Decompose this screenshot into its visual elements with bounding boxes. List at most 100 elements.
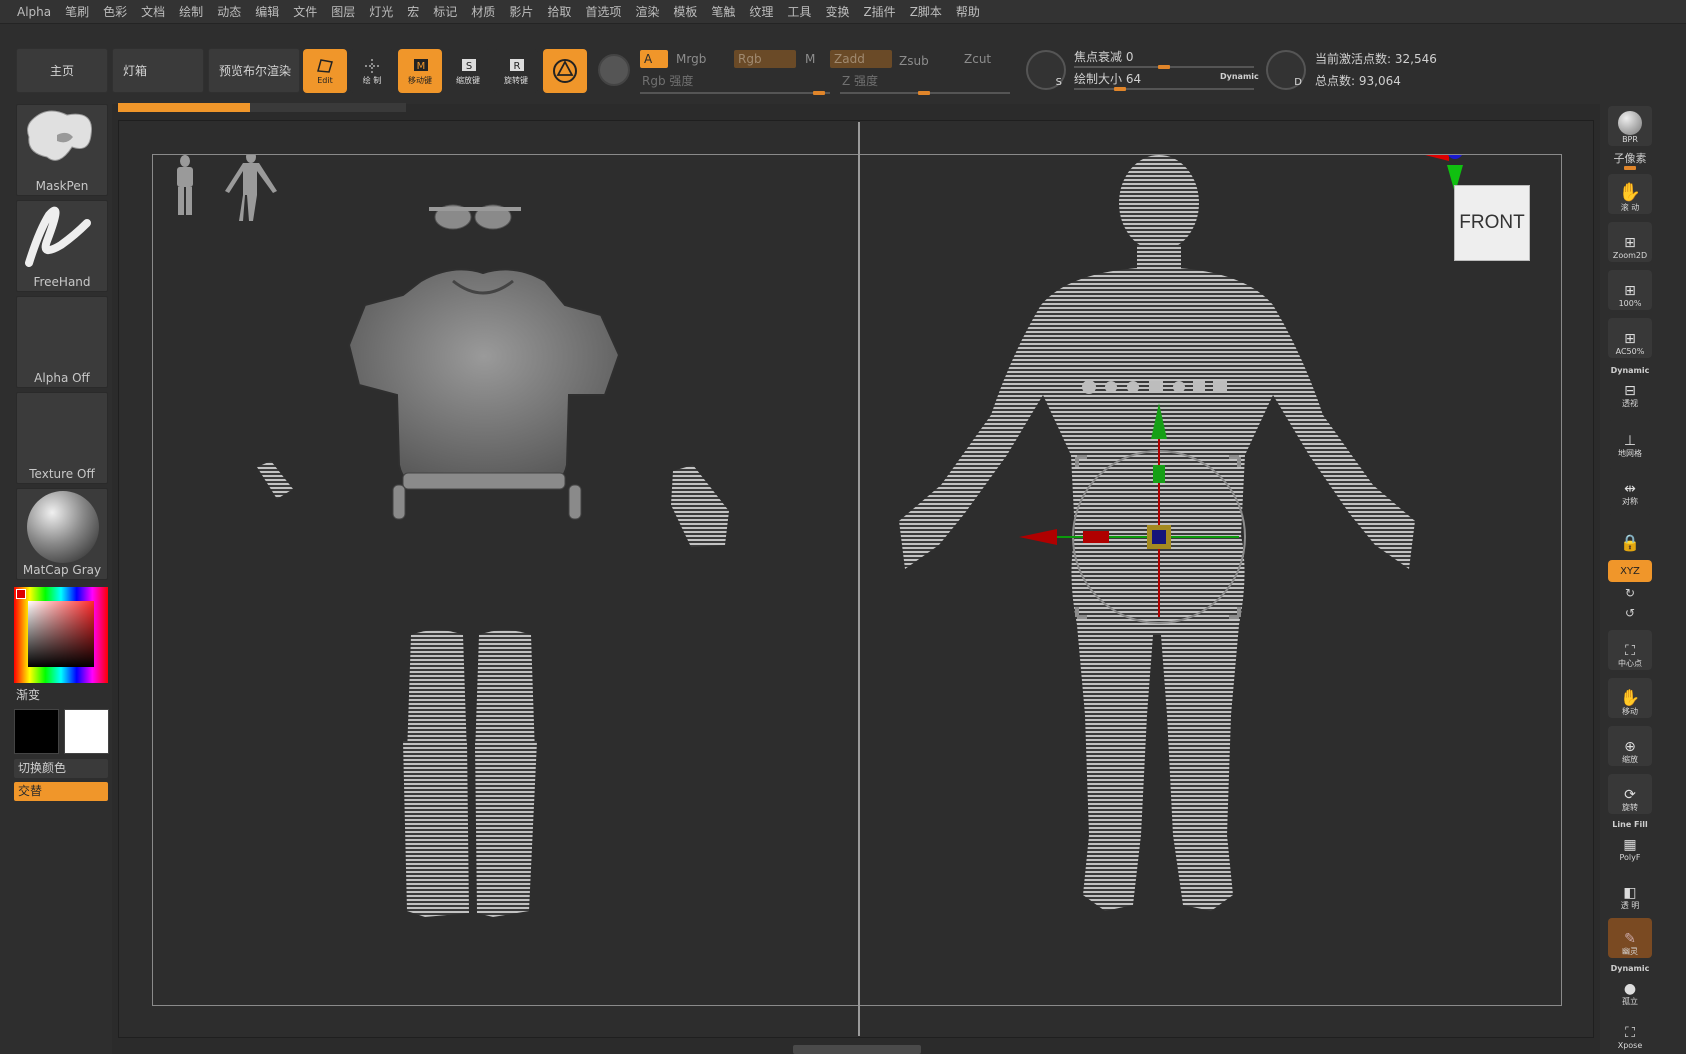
canvas-divider[interactable] [858, 122, 860, 1036]
bottom-shelf-handle[interactable] [793, 1045, 921, 1054]
draw-button[interactable]: 绘 制 [350, 49, 394, 93]
transparency-label: 透 明 [1620, 901, 1640, 910]
menu-item[interactable]: 工具 [780, 0, 818, 24]
menu-item[interactable]: 材质 [464, 0, 502, 24]
menu-item[interactable]: 图层 [324, 0, 362, 24]
zoom100-button[interactable]: ⊞ 100% [1608, 270, 1652, 310]
dynamic-persp-label[interactable]: Dynamic [1600, 366, 1660, 375]
focal-shift-dial-icon[interactable]: S [1026, 50, 1066, 90]
menu-item[interactable]: Z插件 [856, 0, 902, 24]
menu-item[interactable]: 笔触 [704, 0, 742, 24]
document-canvas[interactable] [152, 143, 1562, 1006]
material-sphere-icon[interactable] [598, 54, 630, 86]
main-color-swatch[interactable] [64, 709, 109, 754]
material-selector[interactable]: MatCap Gray [16, 488, 108, 580]
color-field[interactable] [28, 601, 94, 667]
brush-selector[interactable]: MaskPen [16, 104, 108, 196]
z-intensity-label[interactable]: Z 强度 [838, 72, 882, 90]
rotate-y-icon[interactable]: ↻ [1600, 586, 1660, 600]
symmetry-button[interactable]: ⇹ 对称 [1608, 468, 1652, 508]
focal-shift-label[interactable]: 焦点衰减 0 [1074, 48, 1133, 65]
menu-item[interactable]: 标记 [426, 0, 464, 24]
secondary-color-swatch[interactable] [14, 709, 59, 754]
rotate-mode-button[interactable]: R 旋转键 [494, 49, 538, 93]
menu-item[interactable]: Z脚本 [903, 0, 949, 24]
menu-item[interactable]: 灯光 [362, 0, 400, 24]
scale-view-button[interactable]: ⊕ 缩放 [1608, 726, 1652, 766]
draw-size-slider[interactable] [1074, 88, 1254, 90]
channel-rgb[interactable]: Rgb [734, 50, 796, 68]
menu-item[interactable]: 绘制 [172, 0, 210, 24]
menu-item[interactable]: 影片 [502, 0, 540, 24]
local-lock-button[interactable]: 🔒 [1608, 514, 1652, 554]
bpr-render-button[interactable]: BPR [1608, 106, 1652, 146]
rgb-intensity-knob[interactable] [813, 91, 825, 95]
channel-a[interactable]: A [640, 50, 668, 68]
bpr-preview-button[interactable]: 预览布尔渲染 [208, 48, 300, 93]
linefill-label[interactable]: Line Fill [1600, 820, 1660, 829]
menu-item[interactable]: 动态 [210, 0, 248, 24]
draw-dial-icon[interactable]: D [1266, 50, 1306, 90]
rotate-z-icon[interactable]: ↺ [1600, 606, 1660, 620]
channel-zadd[interactable]: Zadd [830, 50, 892, 68]
polyframe-button[interactable]: ▦ PolyF [1608, 830, 1652, 864]
channel-zcut[interactable]: Zcut [960, 50, 995, 68]
subpixel-knob[interactable] [1624, 166, 1636, 170]
move-view-button[interactable]: ✋ 移动 [1608, 678, 1652, 718]
rgb-intensity-label[interactable]: Rgb 强度 [638, 72, 697, 90]
menu-item[interactable]: 宏 [400, 0, 426, 24]
subpixel-label[interactable]: 子像素 [1600, 150, 1660, 166]
solo-button[interactable]: ● 孤立 [1608, 974, 1652, 1008]
draw-size-label[interactable]: 绘制大小 64 [1074, 70, 1141, 87]
menu-item[interactable]: 首选项 [578, 0, 628, 24]
texture-selector[interactable]: Texture Off [16, 392, 108, 484]
dynamic-size-toggle[interactable]: Dynamic [1220, 72, 1259, 81]
focal-shift-knob[interactable] [1158, 65, 1170, 69]
move-mode-button[interactable]: M 移动键 [398, 49, 442, 93]
menu-item[interactable]: 色彩 [96, 0, 134, 24]
home-button[interactable]: 主页 [16, 48, 108, 93]
menu-item[interactable]: 纹理 [742, 0, 780, 24]
alpha-selector[interactable]: Alpha Off [16, 296, 108, 388]
channel-zsub[interactable]: Zsub [895, 52, 933, 70]
color-picker[interactable] [14, 587, 108, 683]
menu-item[interactable]: 文件 [286, 0, 324, 24]
svg-text:M: M [417, 61, 426, 72]
perspective-button[interactable]: ⊟ 透视 [1608, 376, 1652, 410]
z-intensity-knob[interactable] [918, 91, 930, 95]
menu-item[interactable]: 编辑 [248, 0, 286, 24]
switch-color-button[interactable]: 切换颜色 [14, 759, 108, 778]
menu-item[interactable]: 变换 [818, 0, 856, 24]
menu-item[interactable]: 文档 [134, 0, 172, 24]
xyz-button[interactable]: XYZ [1608, 560, 1652, 582]
alternate-button[interactable]: 交替 [14, 782, 108, 801]
channel-mrgb[interactable]: Mrgb [672, 50, 710, 68]
edit-button[interactable]: Edit [303, 49, 347, 93]
gizmo-button[interactable] [543, 49, 587, 93]
menu-item[interactable]: 拾取 [540, 0, 578, 24]
rotate-view-button[interactable]: ⟳ 旋转 [1608, 774, 1652, 814]
lightbox-button[interactable]: 灯箱 [112, 48, 204, 93]
xpose-button[interactable]: ⛶ Xpose [1608, 1016, 1652, 1052]
menu-item[interactable]: 帮助 [949, 0, 987, 24]
channel-m[interactable]: M [801, 50, 819, 68]
menu-item[interactable]: 模板 [666, 0, 704, 24]
draw-size-knob[interactable] [1114, 87, 1126, 91]
scroll-button[interactable]: ✋ 滚 动 [1608, 174, 1652, 214]
menu-bar: Alpha 笔刷 色彩 文档 绘制 动态 编辑 文件 图层 灯光宏标记 材质 影片 拾取 首选项 渲染 模板笔… [0, 0, 1686, 24]
zoom2d-button[interactable]: ⊞ Zoom2D [1608, 222, 1652, 262]
menu-item[interactable]: Alpha [10, 0, 58, 24]
ac50-button[interactable]: ⊞ AC50% [1608, 318, 1652, 358]
gradient-label[interactable]: 渐变 [16, 686, 40, 703]
floor-button[interactable]: ⊥ 地网格 [1608, 420, 1652, 460]
menu-item[interactable]: 笔刷 [58, 0, 96, 24]
menu-item[interactable]: 渲染 [628, 0, 666, 24]
transparency-button[interactable]: ◧ 透 明 [1608, 872, 1652, 912]
rgb-intensity-slider[interactable] [640, 92, 830, 94]
scale-mode-button[interactable]: S 缩放键 [446, 49, 490, 93]
view-cube[interactable]: FRONT [1454, 185, 1530, 261]
frame-center-button[interactable]: ⛶ 中心点 [1608, 630, 1652, 670]
dynamic-solo-label[interactable]: Dynamic [1600, 964, 1660, 973]
stroke-selector[interactable]: FreeHand [16, 200, 108, 292]
ghost-button[interactable]: ✎ 幽灵 [1608, 918, 1652, 958]
